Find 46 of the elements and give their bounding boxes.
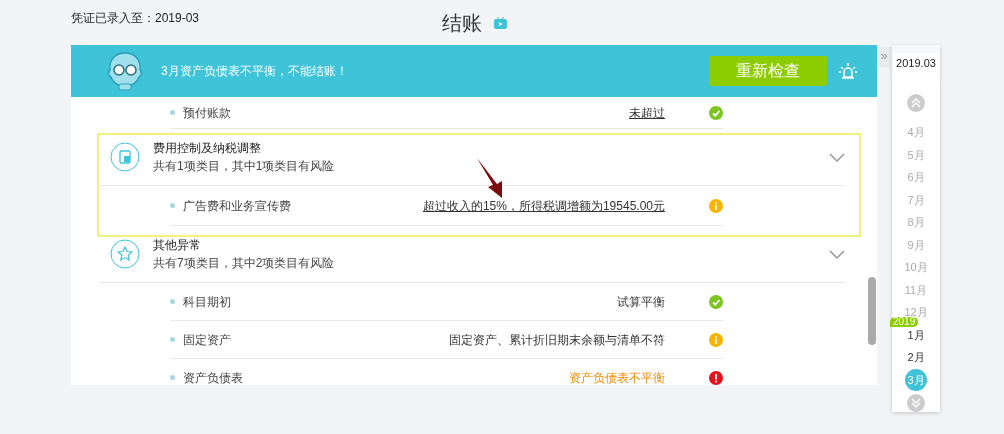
bullet-icon	[170, 110, 175, 115]
month-item[interactable]: 11月	[903, 282, 929, 297]
month-item[interactable]: 9月	[906, 237, 926, 252]
scrollbar[interactable]	[868, 277, 876, 345]
bullet-icon	[170, 299, 175, 304]
item-name: 资产负债表	[183, 369, 244, 385]
month-item[interactable]: 4月	[906, 125, 926, 140]
current-period-label: 2019.03	[893, 53, 939, 82]
month-item[interactable]: 1月	[906, 327, 926, 342]
mascot-icon	[107, 51, 143, 91]
year-badge: 2019	[890, 316, 919, 327]
item-name: 固定资产	[183, 331, 232, 349]
document-icon	[110, 142, 140, 172]
recheck-button[interactable]: 重新检查	[709, 56, 827, 86]
chevron-down-icon[interactable]	[829, 152, 845, 162]
bullet-icon	[170, 375, 175, 380]
month-item[interactable]: 6月	[906, 170, 926, 185]
entry-status-label: 凭证已录入至：2019-03	[71, 10, 200, 27]
month-item[interactable]: 3月	[905, 368, 927, 391]
group-summary: 共有1项类目，其中1项类目有风险	[153, 158, 336, 175]
item-name: 广告费和业务宣传费	[183, 197, 292, 215]
collapse-button[interactable]: »	[877, 47, 891, 67]
alarm-icon[interactable]	[839, 62, 857, 80]
month-item[interactable]: 7月	[906, 192, 926, 207]
month-item[interactable]: 2月	[906, 350, 926, 365]
result-link[interactable]: 未超过	[629, 103, 665, 122]
scroll-down-icon[interactable]	[907, 394, 925, 412]
scroll-up-icon[interactable]	[907, 94, 925, 112]
bullet-icon	[170, 203, 175, 208]
result-link[interactable]: 超过收入的15%，所得税调增额为19545.00元	[422, 196, 665, 215]
group-title: 费用控制及纳税调整	[153, 140, 262, 157]
item-name: 科目期初	[183, 293, 232, 311]
result-text: 固定资产、累计折旧期末余额与清单不符	[449, 331, 665, 349]
group-title: 其他异常	[153, 237, 202, 254]
month-item[interactable]: 8月	[906, 215, 926, 230]
bullet-icon	[170, 337, 175, 342]
month-item[interactable]: 5月	[906, 147, 926, 162]
month-item[interactable]: 10月	[903, 260, 929, 275]
chevron-down-icon[interactable]	[829, 249, 845, 259]
item-name: 预付账款	[183, 104, 232, 122]
result-text: 资产负债表不平衡	[569, 369, 665, 385]
group-summary: 共有7项类目，其中2项类目有风险	[153, 255, 336, 272]
page-title: 结账	[441, 10, 482, 36]
result-text: 试算平衡	[617, 293, 665, 311]
video-icon[interactable]	[493, 16, 507, 29]
alert-message: 3月资产负债表不平衡，不能结账！	[161, 63, 349, 80]
